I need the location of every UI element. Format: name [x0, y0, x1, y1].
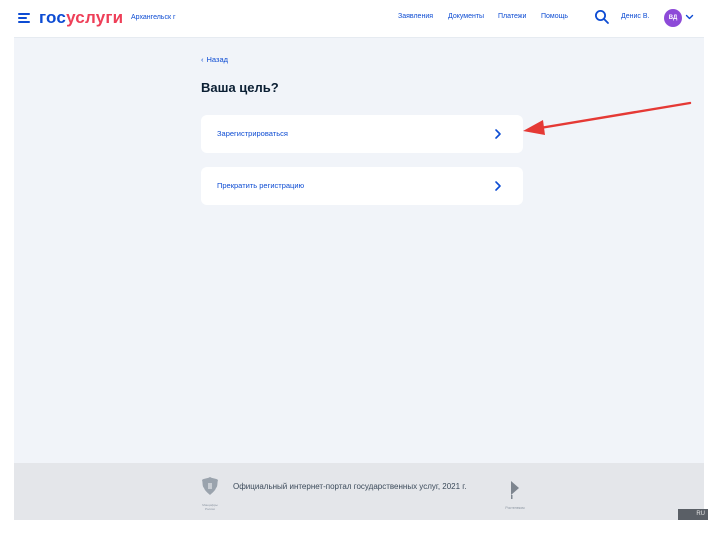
nav-applications[interactable]: Заявления — [398, 13, 433, 20]
menu-icon[interactable] — [18, 13, 30, 23]
logo-part-uslugi: услуги — [66, 8, 124, 27]
nav-payments[interactable]: Платежи — [498, 13, 526, 20]
page-title: Ваша цель? — [201, 80, 279, 95]
chevron-down-icon[interactable] — [685, 13, 694, 21]
language-badge: RU — [678, 509, 708, 520]
chevron-right-icon — [495, 129, 501, 139]
option-label: Прекратить регистрацию — [217, 181, 305, 190]
nav-help[interactable]: Помощь — [541, 13, 568, 20]
back-link[interactable]: ‹ Назад — [201, 55, 228, 64]
chevron-right-icon — [495, 181, 501, 191]
emblem-icon — [202, 477, 218, 495]
logo[interactable]: госуслуги — [39, 8, 123, 28]
nav-documents[interactable]: Документы — [448, 13, 484, 20]
option-label: Зарегистрироваться — [217, 129, 288, 138]
rostelecom-caption: Ростелеком — [505, 506, 525, 510]
back-arrow-icon: ‹ — [201, 55, 204, 64]
user-name[interactable]: Денис В. — [621, 13, 649, 20]
avatar[interactable]: ВД — [664, 9, 682, 27]
search-icon[interactable] — [594, 9, 610, 25]
footer-text: Официальный интернет-портал государствен… — [233, 482, 467, 491]
option-stop-registration[interactable]: Прекратить регистрацию — [201, 167, 523, 205]
option-register[interactable]: Зарегистрироваться — [201, 115, 523, 153]
page: госуслуги Архангельск г Заявления Докуме… — [14, 0, 704, 520]
city-selector[interactable]: Архангельск г — [131, 14, 176, 21]
emblem-caption: Минцифры России — [202, 503, 218, 511]
footer: Минцифры России Официальный интернет-пор… — [14, 463, 704, 520]
logo-part-gos: гос — [39, 8, 67, 27]
rostelecom-logo-icon — [511, 481, 519, 499]
header: госуслуги Архангельск г Заявления Докуме… — [14, 0, 704, 38]
back-label: Назад — [206, 55, 229, 64]
